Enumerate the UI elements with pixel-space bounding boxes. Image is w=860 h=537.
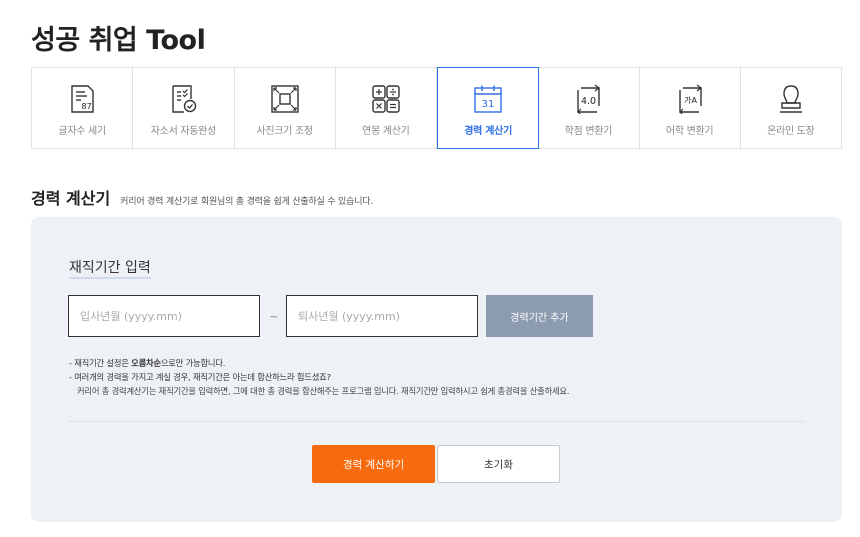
stamp-icon (776, 84, 806, 114)
tab-language-convert[interactable]: 가A 어학 변환기 (639, 68, 741, 148)
form-title-text: 재직기간 입력 (69, 260, 151, 276)
reset-button[interactable]: 초기화 (437, 445, 560, 483)
tab-char-count[interactable]: 87 글자수 세기 (32, 68, 134, 148)
start-date-input[interactable] (68, 295, 260, 337)
tool-tabs: 87 글자수 세기 자소서 자동완성 사진크기 조정 연봉 계산기 31 경력 … (31, 67, 842, 149)
section-description: 커리어 경력 계산기로 회원님의 총 경력을 쉽게 산출하실 수 있습니다. (120, 197, 374, 207)
page-title: 성공 취업 Tool (31, 25, 206, 56)
note-line-3: 커리어 총 경력계산기는 재직기간을 입력하면, 그에 대한 총 경력을 합산해… (77, 386, 570, 396)
grade-icon-text: 4.0 (581, 96, 596, 107)
tab-label: 자소서 자동완성 (150, 126, 216, 137)
tab-label: 글자수 세기 (58, 126, 106, 137)
document-count-icon: 87 (67, 84, 97, 114)
count-icon-text: 87 (82, 102, 92, 111)
tab-salary-calc[interactable]: 연봉 계산기 (335, 68, 437, 148)
resize-icon (270, 84, 300, 114)
career-form-panel: 재직기간 입력 ~ 경력기간 추가 - 재직기간 설정은 오름차순으로만 가능합… (31, 217, 842, 522)
add-career-period-button[interactable]: 경력기간 추가 (486, 295, 593, 337)
tab-label: 어학 변환기 (665, 126, 714, 137)
tab-online-stamp[interactable]: 온라인 도장 (740, 68, 841, 148)
section-title: 경력 계산기 (31, 189, 111, 208)
date-separator: ~ (269, 310, 279, 323)
divider (68, 421, 805, 422)
end-date-input[interactable] (286, 295, 478, 337)
notes: - 재직기간 설정은 오름차순으로만 가능합니다. - 여러개의 경력을 가지고… (69, 356, 570, 398)
form-title: 재직기간 입력 (69, 257, 151, 279)
language-convert-icon: 가A (675, 84, 705, 114)
note-line-2: - 여러개의 경력을 가지고 계실 경우, 재직기간은 아는데 합산하느라 힘드… (69, 372, 331, 382)
calculator-icon (371, 84, 401, 114)
language-icon-text: 가A (684, 96, 697, 105)
section-header: 경력 계산기 커리어 경력 계산기로 회원님의 총 경력을 쉽게 산출하실 수 … (31, 185, 373, 209)
tab-label: 연봉 계산기 (362, 126, 410, 137)
tab-grade-convert[interactable]: 4.0 학점 변환기 (538, 68, 640, 148)
tab-label: 경력 계산기 (464, 126, 512, 137)
note-line-1: - 재직기간 설정은 오름차순으로만 가능합니다. (69, 358, 226, 368)
grade-convert-icon: 4.0 (573, 84, 603, 114)
tab-label: 사진크기 조정 (256, 126, 313, 137)
note-emphasis: 오름차순 (131, 358, 161, 368)
calendar-icon-text: 31 (482, 99, 495, 110)
tab-label: 학점 변환기 (564, 126, 613, 137)
calendar-icon: 31 (473, 84, 503, 114)
calculate-button[interactable]: 경력 계산하기 (312, 445, 435, 483)
document-check-icon (168, 84, 198, 114)
tab-photo-resize[interactable]: 사진크기 조정 (234, 68, 336, 148)
tab-career-calc[interactable]: 31 경력 계산기 (437, 67, 540, 149)
title-underline (69, 277, 151, 279)
tab-auto-complete[interactable]: 자소서 자동완성 (133, 68, 235, 148)
tab-label: 온라인 도장 (767, 126, 815, 137)
